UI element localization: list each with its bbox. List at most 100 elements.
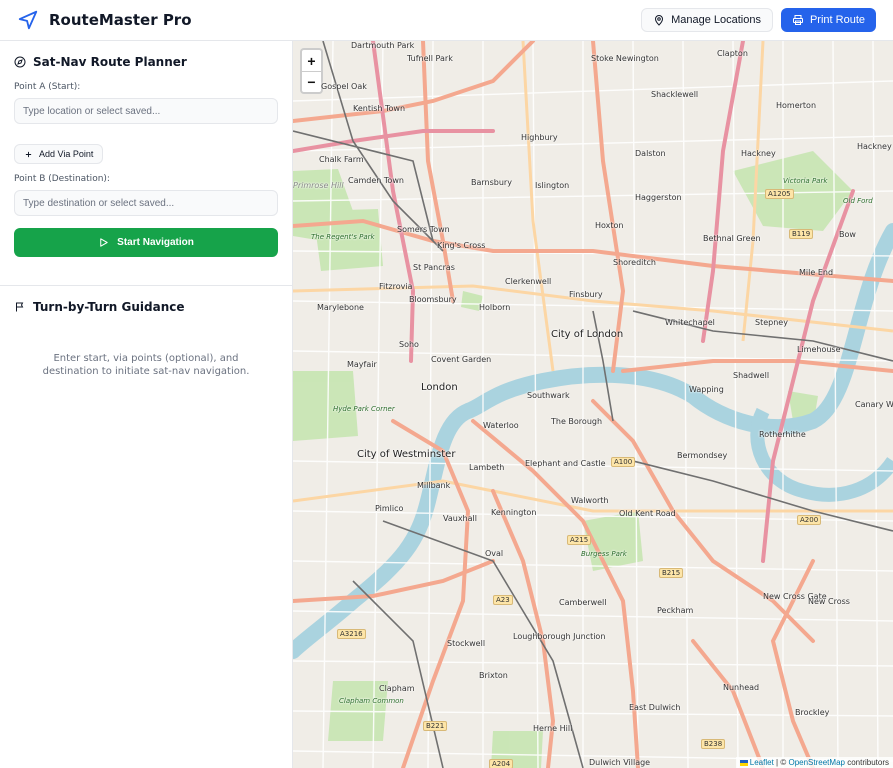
map-label: Clerkenwell [505, 277, 552, 286]
road-shield: A3216 [337, 629, 366, 639]
map-label: Chalk Farm [319, 155, 364, 164]
map-label: Victoria Park [783, 177, 828, 185]
road-shield: A204 [489, 759, 514, 768]
map-label: Barnsbury [471, 178, 512, 187]
map-view[interactable]: + − Dartmouth Park Tufnell Park Stoke Ne… [293, 41, 893, 768]
map-label: Mile End [799, 268, 834, 277]
map-label: Camberwell [559, 598, 607, 607]
zoom-out-button[interactable]: − [302, 71, 321, 92]
point-a-input[interactable]: Type location or select saved... [14, 98, 278, 124]
map-label: Whitechapel [665, 318, 715, 327]
map-label: Millbank [417, 481, 451, 490]
map-label: Somers Town [397, 225, 450, 234]
map-label: Clapham Common [339, 697, 404, 705]
map-label: Burgess Park [581, 550, 627, 558]
map-label: Shoreditch [613, 258, 656, 267]
point-b-placeholder: Type destination or select saved... [23, 197, 175, 209]
manage-locations-button[interactable]: Manage Locations [641, 8, 773, 32]
map-label: Southwark [527, 391, 570, 400]
map-label: Kentish Town [353, 104, 406, 113]
map-label: Hyde Park Corner [333, 405, 395, 413]
map-label: Mayfair [347, 360, 377, 369]
road-shield: B221 [423, 721, 448, 731]
map-label: Soho [399, 340, 419, 349]
map-label: Tufnell Park [407, 54, 453, 63]
map-label: St Pancras [413, 263, 455, 272]
app-header: RouteMaster Pro Manage Locations Print R… [0, 0, 893, 41]
map-label: Wapping [689, 385, 724, 394]
map-label: Herne Hill [533, 724, 573, 733]
point-a-placeholder: Type location or select saved... [23, 105, 161, 117]
map-label: Lambeth [469, 463, 505, 472]
map-label: Peckham [657, 606, 694, 615]
map-label: Shadwell [733, 371, 770, 380]
map-label: Hackney Wick [857, 142, 893, 151]
road-shield: B119 [789, 229, 814, 239]
map-label: Bloomsbury [409, 295, 457, 304]
map-label: Loughborough Junction [513, 632, 606, 641]
map-label: City of Westminster [357, 449, 456, 460]
route-planner-title: Sat-Nav Route Planner [33, 55, 187, 69]
zoom-in-button[interactable]: + [302, 50, 321, 71]
map-label: Stoke Newington [591, 54, 659, 63]
map-label: Brixton [479, 671, 508, 680]
ukraine-flag-icon [739, 759, 748, 766]
map-label: Primrose Hill [293, 181, 344, 190]
map-label: Fitzrovia [379, 282, 413, 291]
road-shield: B238 [701, 739, 726, 749]
add-via-point-button[interactable]: Add Via Point [14, 144, 104, 164]
road-shield: A1205 [765, 189, 794, 199]
map-label: Dartmouth Park [351, 41, 415, 50]
guidance-title: Turn-by-Turn Guidance [33, 300, 185, 314]
openstreetmap-link[interactable]: OpenStreetMap [788, 758, 844, 767]
print-route-button[interactable]: Print Route [780, 8, 876, 32]
manage-locations-label: Manage Locations [671, 14, 761, 26]
map-label: Homerton [776, 101, 817, 110]
compass-icon [14, 56, 26, 68]
map-label: Walworth [571, 496, 609, 505]
navigation-arrow-icon [18, 10, 38, 30]
map-label: Kennington [491, 508, 537, 517]
map-label: Holborn [479, 303, 511, 312]
map-label: Stockwell [447, 639, 486, 648]
play-icon [100, 238, 108, 247]
brand: RouteMaster Pro [17, 9, 192, 31]
attribution-tail: contributors [847, 758, 889, 767]
map-label: Camden Town [348, 176, 404, 185]
map-label: Pimlico [375, 504, 404, 513]
map-label: Hoxton [595, 221, 624, 230]
map-label: Old Ford [843, 197, 873, 205]
map-label: Dalston [635, 149, 666, 158]
map-label: Bow [839, 230, 856, 239]
start-navigation-label: Start Navigation [117, 237, 194, 248]
point-a-label: Point A (Start): [14, 82, 81, 92]
map-label: Stepney [755, 318, 788, 327]
plus-icon [25, 151, 32, 157]
map-label: Clapham [379, 684, 415, 693]
zoom-control: + − [300, 48, 323, 94]
flag-icon [16, 302, 24, 312]
road-shield: B215 [659, 568, 684, 578]
attribution-separator: | © [776, 758, 787, 767]
sidebar: Sat-Nav Route Planner Point A (Start): T… [0, 41, 293, 768]
map-label: Rotherhithe [759, 430, 806, 439]
map-label: Limehouse [797, 345, 841, 354]
map-label: Elephant and Castle [525, 459, 606, 468]
map-label: The Borough [551, 417, 603, 426]
map-label: The Regent's Park [311, 233, 375, 241]
map-label: City of London [551, 329, 624, 340]
leaflet-link[interactable]: Leaflet [750, 758, 774, 767]
map-label: Nunhead [723, 683, 760, 692]
road-shield: A215 [567, 535, 592, 545]
point-b-label: Point B (Destination): [14, 174, 110, 184]
map-label: Oval [485, 549, 504, 558]
map-label: Finsbury [569, 290, 603, 299]
map-label: Waterloo [483, 421, 519, 430]
map-attribution: Leaflet | © OpenStreetMap contributors [735, 757, 893, 768]
map-label: Bermondsey [677, 451, 728, 460]
map-label: London [421, 382, 458, 393]
map-label: King's Cross [437, 241, 486, 250]
map-label: Gospel Oak [321, 82, 367, 91]
start-navigation-button[interactable]: Start Navigation [14, 228, 278, 257]
point-b-input[interactable]: Type destination or select saved... [14, 190, 278, 216]
